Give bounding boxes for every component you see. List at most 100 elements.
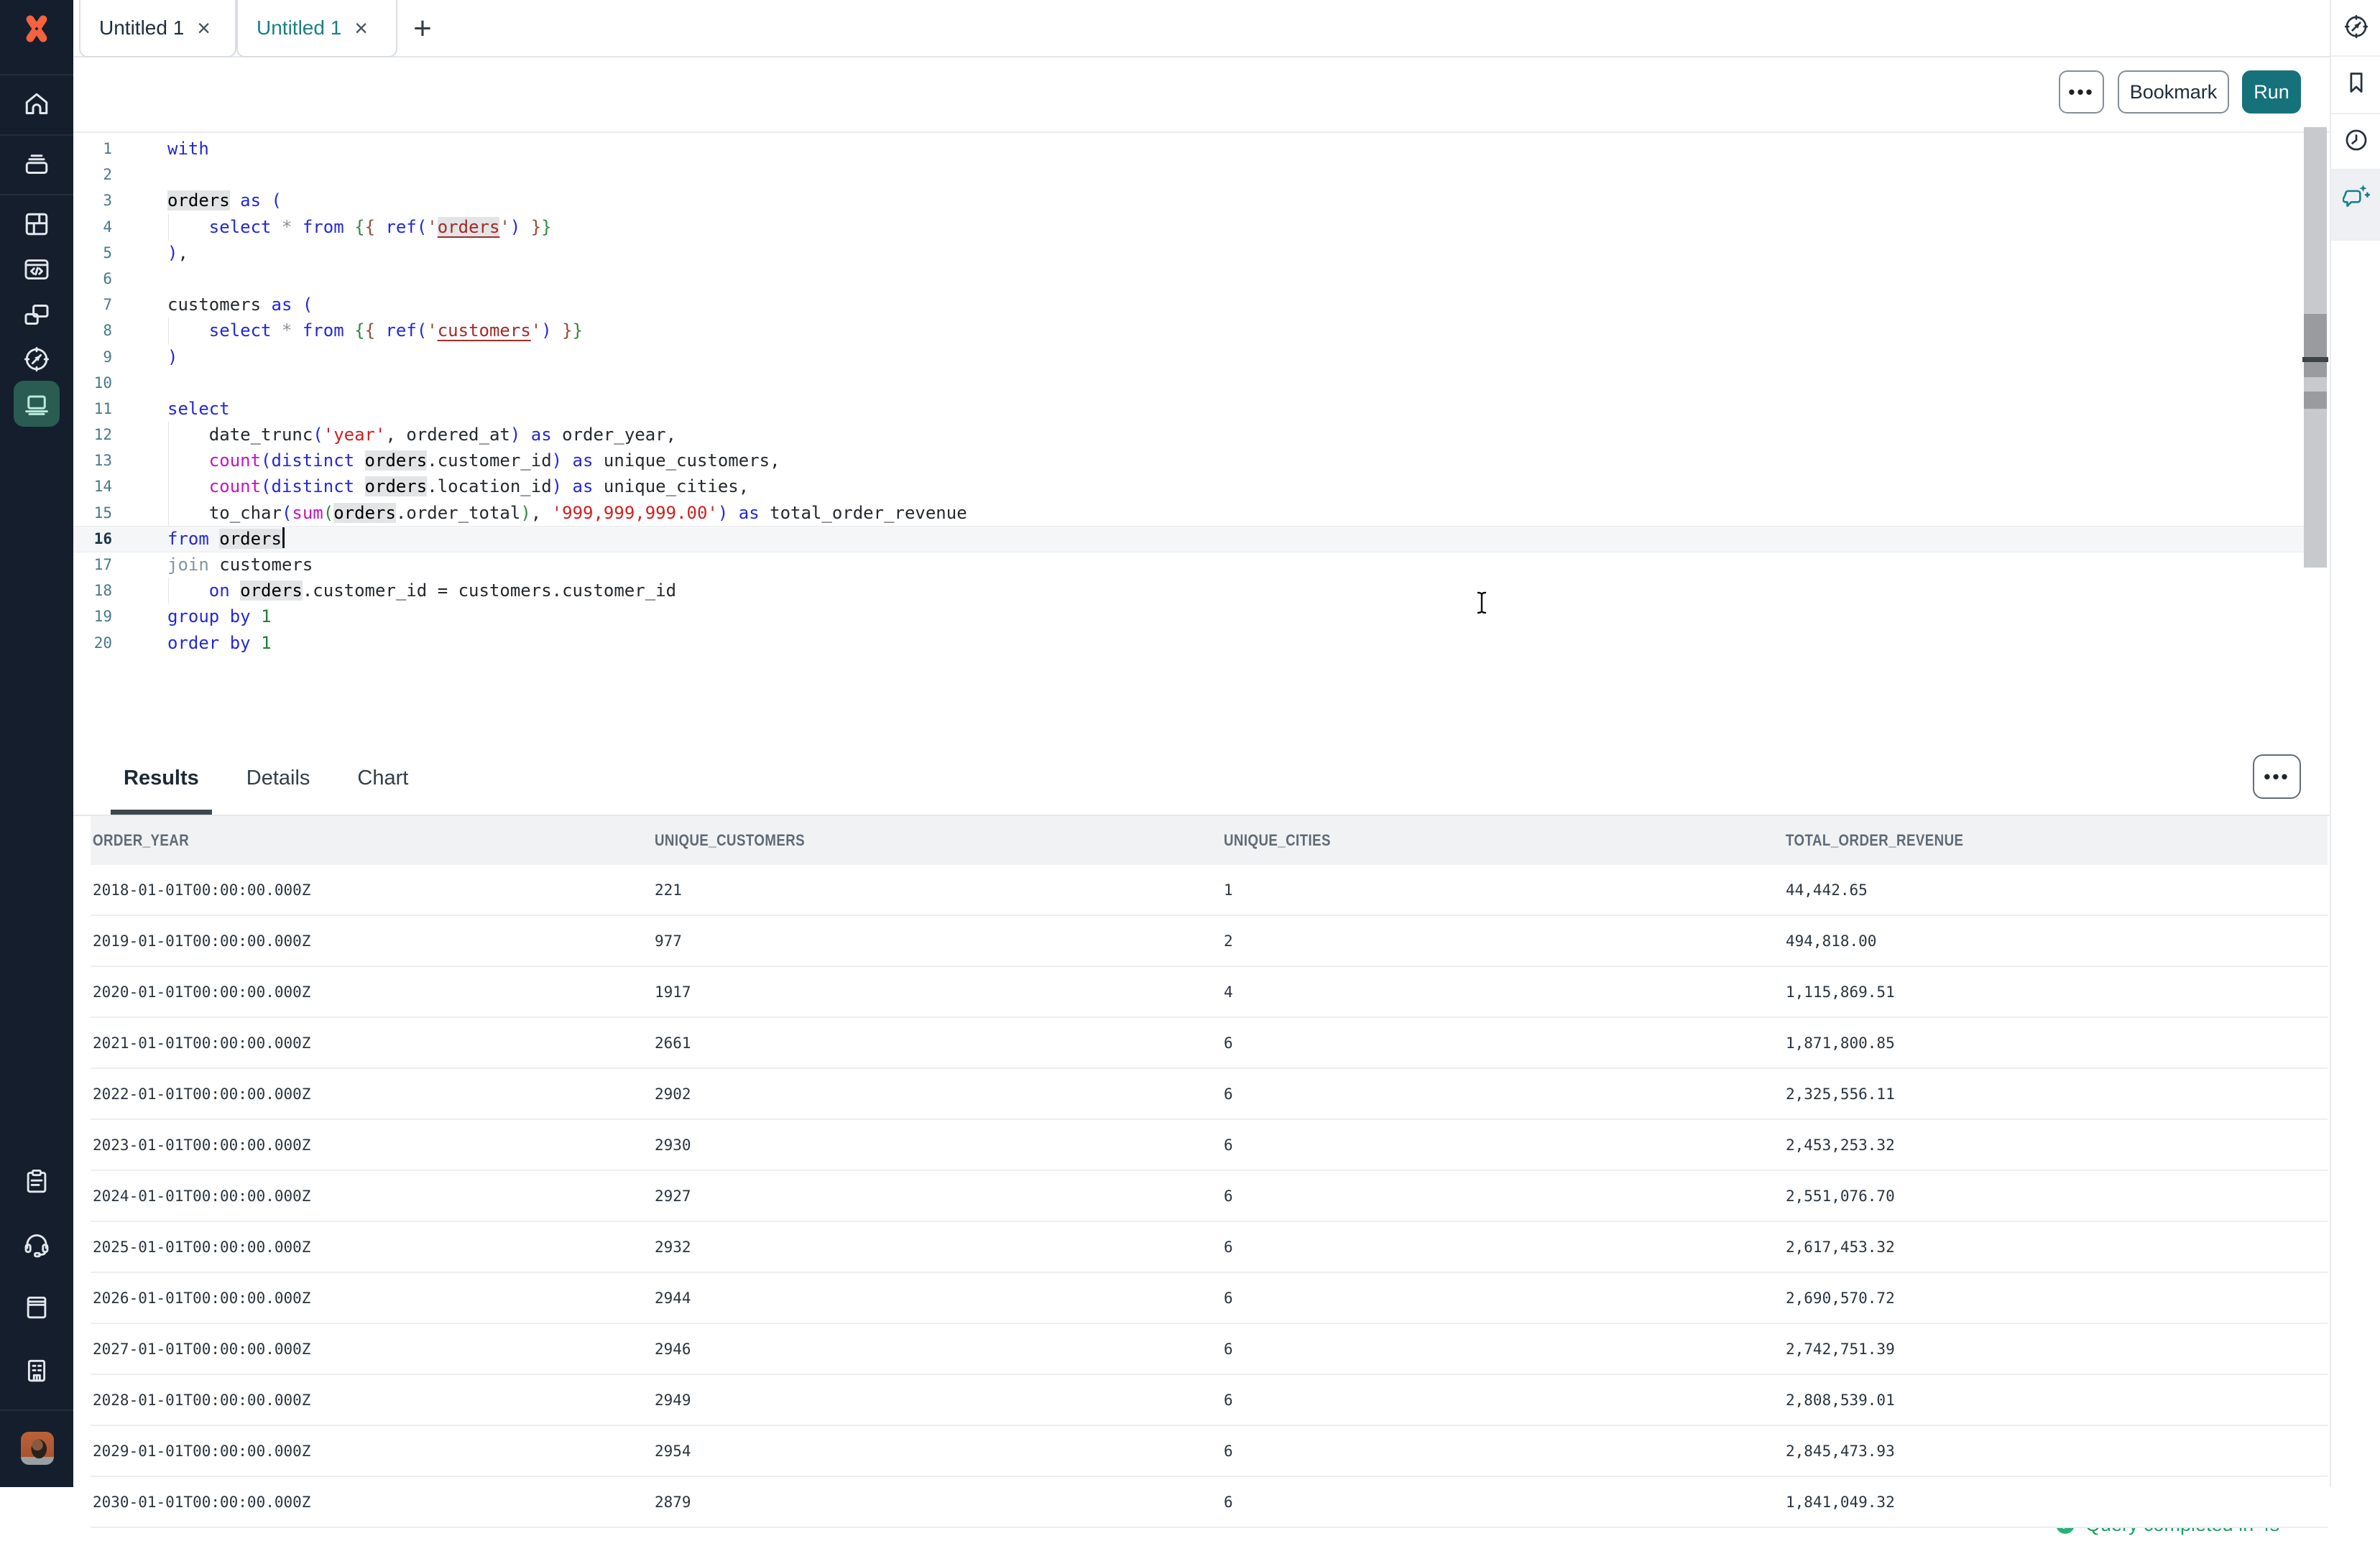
- tab-chart[interactable]: Chart: [344, 747, 421, 815]
- table-cell[interactable]: 6: [1224, 1341, 1786, 1358]
- code-line-20[interactable]: order by 1: [167, 630, 2301, 656]
- table-cell[interactable]: 494,818.00: [1786, 932, 2328, 950]
- table-cell[interactable]: 2021-01-01T00:00:00.000Z: [93, 1034, 655, 1052]
- code-browser-icon[interactable]: [14, 246, 60, 292]
- docs-book-icon[interactable]: [14, 1285, 60, 1330]
- table-cell[interactable]: 2932: [655, 1239, 1224, 1256]
- ai-assistant-icon[interactable]: [2342, 182, 2371, 210]
- code-line-2[interactable]: [167, 162, 2301, 188]
- user-avatar[interactable]: [21, 1432, 54, 1465]
- table-cell[interactable]: 2029-01-01T00:00:00.000Z: [93, 1443, 655, 1460]
- code-line-19[interactable]: group by 1: [167, 603, 2301, 629]
- table-row[interactable]: 2021-01-01T00:00:00.000Z266161,871,800.8…: [91, 1018, 2328, 1069]
- table-cell[interactable]: 2930: [655, 1137, 1224, 1154]
- code-lines[interactable]: withorders as ( select * from {{ ref('or…: [167, 136, 2301, 656]
- table-cell[interactable]: 1,841,049.32: [1786, 1494, 2328, 1511]
- table-cell[interactable]: 2026-01-01T00:00:00.000Z: [93, 1290, 655, 1307]
- table-row[interactable]: 2022-01-01T00:00:00.000Z290262,325,556.1…: [91, 1069, 2328, 1120]
- code-line-6[interactable]: [167, 266, 2301, 292]
- table-row[interactable]: 2025-01-01T00:00:00.000Z293262,617,453.3…: [91, 1222, 2328, 1273]
- table-cell[interactable]: 6: [1224, 1239, 1786, 1256]
- table-cell[interactable]: 6: [1224, 1137, 1786, 1154]
- scrollbar-thumb[interactable]: [2304, 314, 2327, 377]
- table-cell[interactable]: 2018-01-01T00:00:00.000Z: [93, 881, 655, 899]
- archive-icon[interactable]: [14, 141, 60, 187]
- table-cell[interactable]: 2902: [655, 1086, 1224, 1103]
- table-cell[interactable]: 2028-01-01T00:00:00.000Z: [93, 1392, 655, 1409]
- table-row[interactable]: 2023-01-01T00:00:00.000Z293062,453,253.3…: [91, 1120, 2328, 1171]
- table-cell[interactable]: 2,617,453.32: [1786, 1239, 2328, 1256]
- new-tab-button[interactable]: +: [405, 11, 440, 46]
- table-row[interactable]: 2027-01-01T00:00:00.000Z294662,742,751.3…: [91, 1324, 2328, 1375]
- windows-icon[interactable]: [14, 292, 60, 338]
- table-cell[interactable]: 2949: [655, 1392, 1224, 1409]
- code-line-3[interactable]: orders as (: [167, 188, 2301, 213]
- table-cell[interactable]: 2: [1224, 932, 1786, 950]
- column-header[interactable]: UNIQUE_CITIES: [1224, 831, 1702, 850]
- table-cell[interactable]: 2022-01-01T00:00:00.000Z: [93, 1086, 655, 1103]
- code-line-15[interactable]: to_char(sum(orders.order_total), '999,99…: [167, 500, 2301, 526]
- table-cell[interactable]: 2954: [655, 1443, 1224, 1460]
- table-cell[interactable]: 4: [1224, 983, 1786, 1001]
- table-cell[interactable]: 2,325,556.11: [1786, 1086, 2328, 1103]
- table-cell[interactable]: 2879: [655, 1494, 1224, 1511]
- code-line-7[interactable]: customers as (: [167, 292, 2301, 318]
- table-row[interactable]: 2030-01-01T00:00:00.000Z287961,841,049.3…: [91, 1477, 2328, 1528]
- table-cell[interactable]: 2027-01-01T00:00:00.000Z: [93, 1341, 655, 1358]
- code-line-13[interactable]: count(distinct orders.customer_id) as un…: [167, 448, 2301, 473]
- table-row[interactable]: 2026-01-01T00:00:00.000Z294462,690,570.7…: [91, 1273, 2328, 1324]
- table-row[interactable]: 2029-01-01T00:00:00.000Z295462,845,473.9…: [91, 1426, 2328, 1477]
- table-cell[interactable]: 2,742,751.39: [1786, 1341, 2328, 1358]
- table-cell[interactable]: 44,442.65: [1786, 881, 2328, 899]
- history-clock-icon[interactable]: [2342, 126, 2371, 154]
- table-cell[interactable]: 1,115,869.51: [1786, 983, 2328, 1001]
- table-cell[interactable]: 977: [655, 932, 1224, 950]
- workspace-laptop-icon[interactable]: [14, 381, 60, 427]
- table-cell[interactable]: 2661: [655, 1034, 1224, 1052]
- code-line-14[interactable]: count(distinct orders.location_id) as un…: [167, 473, 2301, 499]
- table-cell[interactable]: 2019-01-01T00:00:00.000Z: [93, 932, 655, 950]
- table-cell[interactable]: 2,808,539.01: [1786, 1392, 2328, 1409]
- explore-compass-icon[interactable]: [2342, 12, 2371, 41]
- code-line-10[interactable]: [167, 370, 2301, 396]
- table-cell[interactable]: 6: [1224, 1494, 1786, 1511]
- organization-building-icon[interactable]: [14, 1348, 60, 1394]
- table-row[interactable]: 2018-01-01T00:00:00.000Z221144,442.65: [91, 865, 2328, 916]
- code-line-16[interactable]: from orders: [167, 526, 2301, 552]
- table-cell[interactable]: 2,845,473.93: [1786, 1443, 2328, 1460]
- table-row[interactable]: 2020-01-01T00:00:00.000Z191741,115,869.5…: [91, 967, 2328, 1018]
- table-cell[interactable]: 2927: [655, 1188, 1224, 1205]
- table-cell[interactable]: 6: [1224, 1392, 1786, 1409]
- table-cell[interactable]: 1,871,800.85: [1786, 1034, 2328, 1052]
- sql-editor[interactable]: 1234567891011121314151617181920 withorde…: [73, 133, 2330, 747]
- code-line-11[interactable]: select: [167, 396, 2301, 422]
- code-line-12[interactable]: date_trunc('year', ordered_at) as order_…: [167, 422, 2301, 448]
- home-icon[interactable]: [14, 81, 60, 127]
- bookmark-icon[interactable]: [2342, 68, 2371, 97]
- table-cell[interactable]: 2023-01-01T00:00:00.000Z: [93, 1137, 655, 1154]
- table-row[interactable]: 2024-01-01T00:00:00.000Z292762,551,076.7…: [91, 1171, 2328, 1222]
- table-cell[interactable]: 2946: [655, 1341, 1224, 1358]
- table-row[interactable]: 2019-01-01T00:00:00.000Z9772494,818.00: [91, 916, 2328, 967]
- grid-icon[interactable]: [14, 201, 60, 247]
- doc-tab-2[interactable]: Untitled 1 ×: [236, 0, 397, 57]
- results-more-button[interactable]: •••: [2253, 754, 2301, 799]
- code-line-8[interactable]: select * from {{ ref('customers') }}: [167, 318, 2301, 343]
- editor-scrollbar[interactable]: [2304, 127, 2327, 568]
- column-header[interactable]: ORDER_YEAR: [93, 831, 571, 850]
- table-cell[interactable]: 1: [1224, 881, 1786, 899]
- table-cell[interactable]: 6: [1224, 1188, 1786, 1205]
- more-options-button[interactable]: •••: [2059, 70, 2104, 114]
- code-line-18[interactable]: on orders.customer_id = customers.custom…: [167, 578, 2301, 603]
- clipboard-icon[interactable]: [14, 1159, 60, 1205]
- table-cell[interactable]: 2020-01-01T00:00:00.000Z: [93, 983, 655, 1001]
- hex-logo-icon[interactable]: [0, 0, 73, 57]
- table-cell[interactable]: 2944: [655, 1290, 1224, 1307]
- doc-tab-1[interactable]: Untitled 1 ×: [79, 0, 236, 57]
- compass-icon[interactable]: [14, 336, 60, 382]
- close-icon[interactable]: ×: [354, 17, 368, 40]
- table-cell[interactable]: 6: [1224, 1086, 1786, 1103]
- close-icon[interactable]: ×: [197, 17, 211, 40]
- table-cell[interactable]: 1917: [655, 983, 1224, 1001]
- code-line-4[interactable]: select * from {{ ref('orders') }}: [167, 214, 2301, 240]
